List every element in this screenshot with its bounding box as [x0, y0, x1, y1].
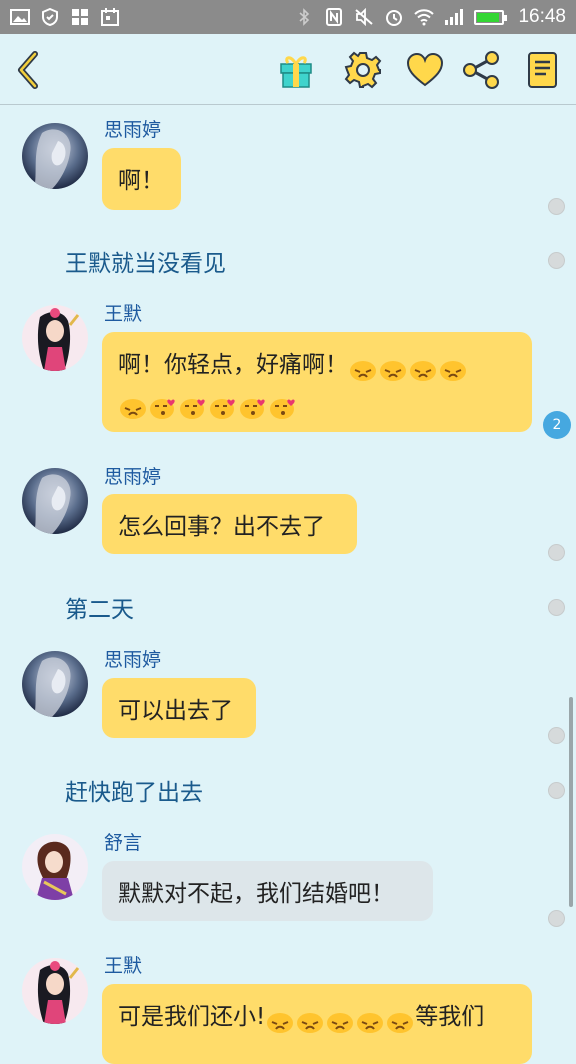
sad-emoji-icon [326, 1007, 354, 1033]
read-indicator [548, 910, 565, 927]
avatar[interactable] [22, 123, 88, 189]
sad-emoji-icon [349, 355, 377, 381]
message-text: 啊！你轻点，好痛啊！ [118, 352, 348, 378]
back-button[interactable] [6, 48, 50, 92]
gear-icon [344, 51, 382, 89]
avatar-image [22, 958, 88, 1024]
read-indicator [548, 544, 565, 561]
message-bubble[interactable]: 可是我们还小! 等我们 [102, 984, 532, 1064]
toolbar [0, 34, 576, 105]
notes-button[interactable] [520, 48, 564, 92]
avatar[interactable] [22, 651, 88, 717]
message-bubble[interactable]: 啊！你轻点，好痛啊！ [102, 332, 532, 432]
read-indicator [548, 252, 565, 269]
alarm-icon [386, 10, 403, 26]
avatar-image [22, 468, 88, 534]
heart-icon [406, 52, 444, 87]
settings-button[interactable] [341, 48, 385, 92]
narration-text: 第二天 [65, 597, 134, 623]
sad-emoji-icon [356, 1007, 384, 1033]
sender-name: 思雨婷 [104, 466, 162, 488]
sender-name: 王默 [104, 303, 143, 325]
sad-emoji-icon [119, 393, 147, 419]
read-indicator [548, 198, 565, 215]
clock: 16:48 [518, 6, 566, 27]
status-bar: 16:48 [0, 0, 576, 34]
kiss-emoji-icon [269, 393, 297, 419]
avatar[interactable] [22, 958, 88, 1024]
sad-emoji-icon [409, 355, 437, 381]
narration-text: 赶快跑了出去 [65, 780, 203, 806]
sender-name: 思雨婷 [104, 119, 162, 141]
notebook-icon [528, 52, 557, 88]
kiss-emoji-icon [239, 393, 267, 419]
back-icon [18, 51, 38, 89]
bluetooth-icon [299, 8, 310, 26]
unread-count-badge[interactable]: 2 [543, 411, 571, 439]
favorite-button[interactable] [403, 48, 447, 92]
message-bubble[interactable]: 可以出去了 [102, 678, 256, 738]
wifi-icon [414, 9, 435, 26]
scrollbar[interactable] [569, 697, 573, 907]
mute-icon [355, 8, 374, 26]
chat-list[interactable]: 思雨婷 啊！ 王默就当没看见 王默 啊！你轻点，好痛啊！ 2 思雨婷 怎么回事？… [0, 105, 576, 1064]
avatar-image [22, 651, 88, 717]
sad-emoji-icon [386, 1007, 414, 1033]
message-bubble[interactable]: 默默对不起，我们结婚吧！ [102, 861, 433, 921]
avatar[interactable] [22, 834, 88, 900]
read-indicator [548, 599, 565, 616]
message-bubble[interactable]: 啊！ [102, 148, 181, 210]
apps-icon [72, 9, 88, 25]
battery-icon [474, 9, 508, 25]
gift-icon [280, 56, 312, 88]
image-icon [10, 9, 30, 25]
sender-name: 舒言 [104, 832, 143, 854]
avatar-image [22, 305, 88, 371]
nfc-icon [326, 8, 343, 26]
read-indicator [548, 727, 565, 744]
avatar[interactable] [22, 305, 88, 371]
message-text: 可是我们还小! [118, 1004, 266, 1030]
kiss-emoji-icon [149, 393, 177, 419]
message-text: 等我们 [415, 1004, 485, 1030]
share-button[interactable] [459, 48, 503, 92]
sad-emoji-icon [296, 1007, 324, 1033]
avatar-image [22, 834, 88, 900]
signal-icon [445, 9, 464, 25]
read-indicator [548, 782, 565, 799]
kiss-emoji-icon [209, 393, 237, 419]
avatar-image [22, 123, 88, 189]
sad-emoji-icon [379, 355, 407, 381]
sender-name: 思雨婷 [104, 649, 162, 671]
message-bubble[interactable]: 怎么回事？出不去了 [102, 494, 357, 554]
sender-name: 王默 [104, 955, 143, 977]
share-icon [463, 51, 499, 89]
narration-text: 王默就当没看见 [65, 251, 226, 277]
shield-icon [42, 8, 58, 26]
gift-button[interactable] [274, 48, 318, 92]
sad-emoji-icon [266, 1007, 294, 1033]
avatar[interactable] [22, 468, 88, 534]
sad-emoji-icon [439, 355, 467, 381]
calendar-icon [101, 8, 119, 26]
kiss-emoji-icon [179, 393, 207, 419]
